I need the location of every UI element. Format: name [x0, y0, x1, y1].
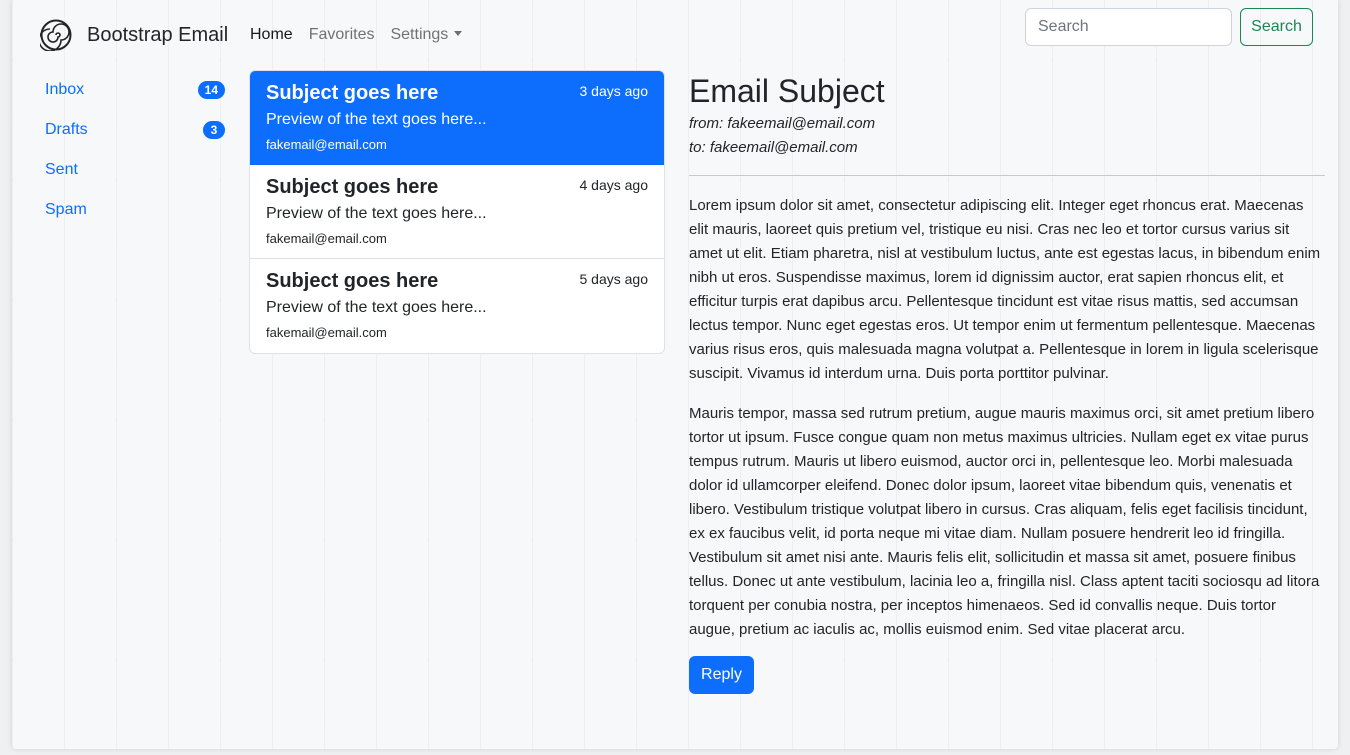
- sidebar-item-label: Drafts: [45, 121, 88, 138]
- email-list-item[interactable]: Subject goes here 5 days ago Preview of …: [250, 259, 664, 353]
- folder-sidebar: Inbox 14 Drafts 3 Sent Spam: [45, 70, 225, 230]
- email-date: 4 days ago: [579, 177, 649, 193]
- email-date: 3 days ago: [579, 83, 649, 99]
- main-nav: Home Favorites Settings: [250, 26, 463, 44]
- email-preview: Preview of the text goes here...: [266, 205, 487, 222]
- email-list-item[interactable]: Subject goes here 3 days ago Preview of …: [250, 71, 664, 165]
- reader-to: to: fakeemail@email.com: [689, 139, 858, 156]
- reader-body: Lorem ipsum dolor sit amet, consectetur …: [689, 194, 1325, 642]
- reply-button[interactable]: Reply: [689, 656, 754, 694]
- sidebar-item-label: Sent: [45, 161, 78, 178]
- email-list-item[interactable]: Subject goes here 4 days ago Preview of …: [250, 165, 664, 259]
- email-sender: fakemail@email.com: [266, 231, 387, 246]
- search-input[interactable]: [1025, 8, 1232, 46]
- sidebar-item-label: Inbox: [45, 81, 85, 98]
- email-preview: Preview of the text goes here...: [266, 299, 487, 316]
- nav-settings-dropdown[interactable]: Settings: [390, 26, 463, 44]
- reader-divider: [689, 175, 1325, 176]
- email-sender: fakemail@email.com: [266, 325, 387, 340]
- top-navbar: Bootstrap Email Home Favorites Settings …: [12, 0, 1338, 70]
- email-reader: Email Subject from: fakeemail@email.com …: [689, 70, 1325, 694]
- body-paragraph: Lorem ipsum dolor sit amet, consectetur …: [689, 197, 1321, 382]
- nav-settings-label: Settings: [390, 26, 449, 43]
- sidebar-item-spam[interactable]: Spam: [45, 190, 225, 230]
- nav-home[interactable]: Home: [250, 26, 293, 44]
- spiral-logo-icon[interactable]: [40, 19, 72, 51]
- reader-from: from: fakeemail@email.com: [689, 115, 876, 132]
- email-sender: fakemail@email.com: [266, 137, 387, 152]
- drafts-count-badge: 3: [203, 121, 225, 139]
- unread-count-badge: 14: [197, 81, 225, 99]
- app-frame: Bootstrap Email Home Favorites Settings …: [12, 0, 1338, 749]
- nav-favorites[interactable]: Favorites: [309, 26, 375, 44]
- email-preview: Preview of the text goes here...: [266, 111, 487, 128]
- sidebar-item-sent[interactable]: Sent: [45, 150, 225, 190]
- email-list: Subject goes here 3 days ago Preview of …: [249, 70, 665, 354]
- reader-subject: Email Subject: [689, 73, 885, 109]
- email-date: 5 days ago: [579, 271, 649, 287]
- brand-name[interactable]: Bootstrap Email: [87, 24, 228, 47]
- sidebar-item-inbox[interactable]: Inbox 14: [45, 70, 225, 110]
- sidebar-item-drafts[interactable]: Drafts 3: [45, 110, 225, 150]
- body-paragraph: Mauris tempor, massa sed rutrum pretium,…: [689, 405, 1320, 638]
- sidebar-item-label: Spam: [45, 201, 87, 218]
- search-button[interactable]: Search: [1240, 8, 1313, 46]
- caret-down-icon: [454, 31, 463, 36]
